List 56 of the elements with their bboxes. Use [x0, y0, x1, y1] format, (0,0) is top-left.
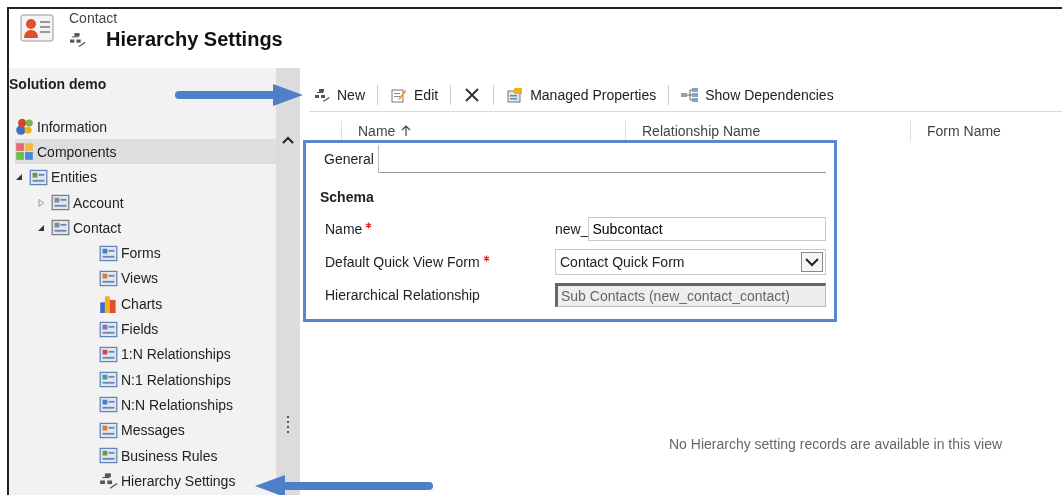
tree-item[interactable]: 1:N Relationships — [99, 341, 237, 367]
dependencies-icon — [681, 87, 700, 103]
prefix-text: new_ — [555, 221, 589, 237]
column-header[interactable]: Form Name — [911, 121, 1062, 141]
page-title: Hierarchy Settings — [106, 28, 283, 51]
field-label: Default Quick View Form — [325, 254, 480, 270]
entity-icon — [99, 243, 118, 263]
tree-item[interactable]: Account — [51, 190, 130, 216]
entity-icon — [51, 218, 70, 238]
expanded-icon[interactable] — [37, 223, 45, 232]
hierarchy-icon — [69, 31, 86, 48]
entity-name: Contact — [69, 10, 119, 26]
tree-item[interactable]: N:1 Relationships — [99, 367, 237, 393]
tree-item[interactable]: Hierarchy Settings — [99, 468, 242, 494]
solution-name: Solution demo — [9, 76, 107, 92]
tree-item[interactable]: N:N Relationships — [99, 392, 240, 418]
close-icon — [463, 87, 482, 103]
tree-item[interactable]: Entities — [29, 164, 103, 190]
toolbar-button[interactable]: Edit — [386, 85, 443, 105]
dropdown-field[interactable]: Contact Quick Form — [555, 249, 826, 275]
entity-icon — [99, 446, 118, 465]
section-heading: Schema — [320, 189, 375, 205]
text-field[interactable]: Subcontact — [588, 217, 826, 241]
components-icon — [15, 142, 34, 162]
entity-icon — [99, 395, 118, 415]
expanded-icon[interactable] — [15, 173, 23, 182]
entity-icon — [29, 167, 48, 187]
tree-item[interactable]: Fields — [99, 316, 165, 342]
tree-item[interactable]: Components — [15, 139, 276, 165]
entity-icon — [99, 319, 118, 339]
hierarchy-icon — [313, 87, 331, 103]
tree-item[interactable]: Forms — [99, 240, 167, 266]
tree-item[interactable]: Contact — [51, 215, 128, 241]
tree-item[interactable]: Business Rules — [99, 443, 224, 468]
field-label: Hierarchical Relationship — [325, 287, 480, 303]
entity-icon — [51, 193, 70, 213]
entity-icon — [99, 420, 118, 440]
field-label: Name — [325, 221, 363, 237]
tree-item[interactable]: Information — [15, 114, 114, 140]
hierarchy-icon — [99, 471, 118, 491]
edit-icon — [390, 87, 408, 103]
dropdown-icon[interactable] — [801, 252, 823, 272]
entity-icon — [99, 268, 118, 288]
tree-item[interactable]: Messages — [99, 417, 191, 443]
tree-item[interactable]: Charts — [99, 291, 169, 317]
toolbar-button[interactable]: New — [309, 85, 369, 105]
toolbar-button[interactable]: Managed Properties — [502, 85, 661, 105]
toolbar-button[interactable]: Show Dependencies — [677, 85, 838, 105]
readonly-field: Sub Contacts (new_contact_contact) — [555, 283, 826, 307]
entity-icon — [99, 370, 118, 390]
entity-icon — [99, 344, 118, 364]
properties-icon — [506, 87, 525, 103]
empty-message: No Hierarchy setting records are available in this view — [669, 436, 1003, 452]
tree-item[interactable]: Views — [99, 265, 165, 291]
caret-up-icon[interactable] — [282, 136, 294, 144]
chart-icon — [99, 294, 118, 314]
